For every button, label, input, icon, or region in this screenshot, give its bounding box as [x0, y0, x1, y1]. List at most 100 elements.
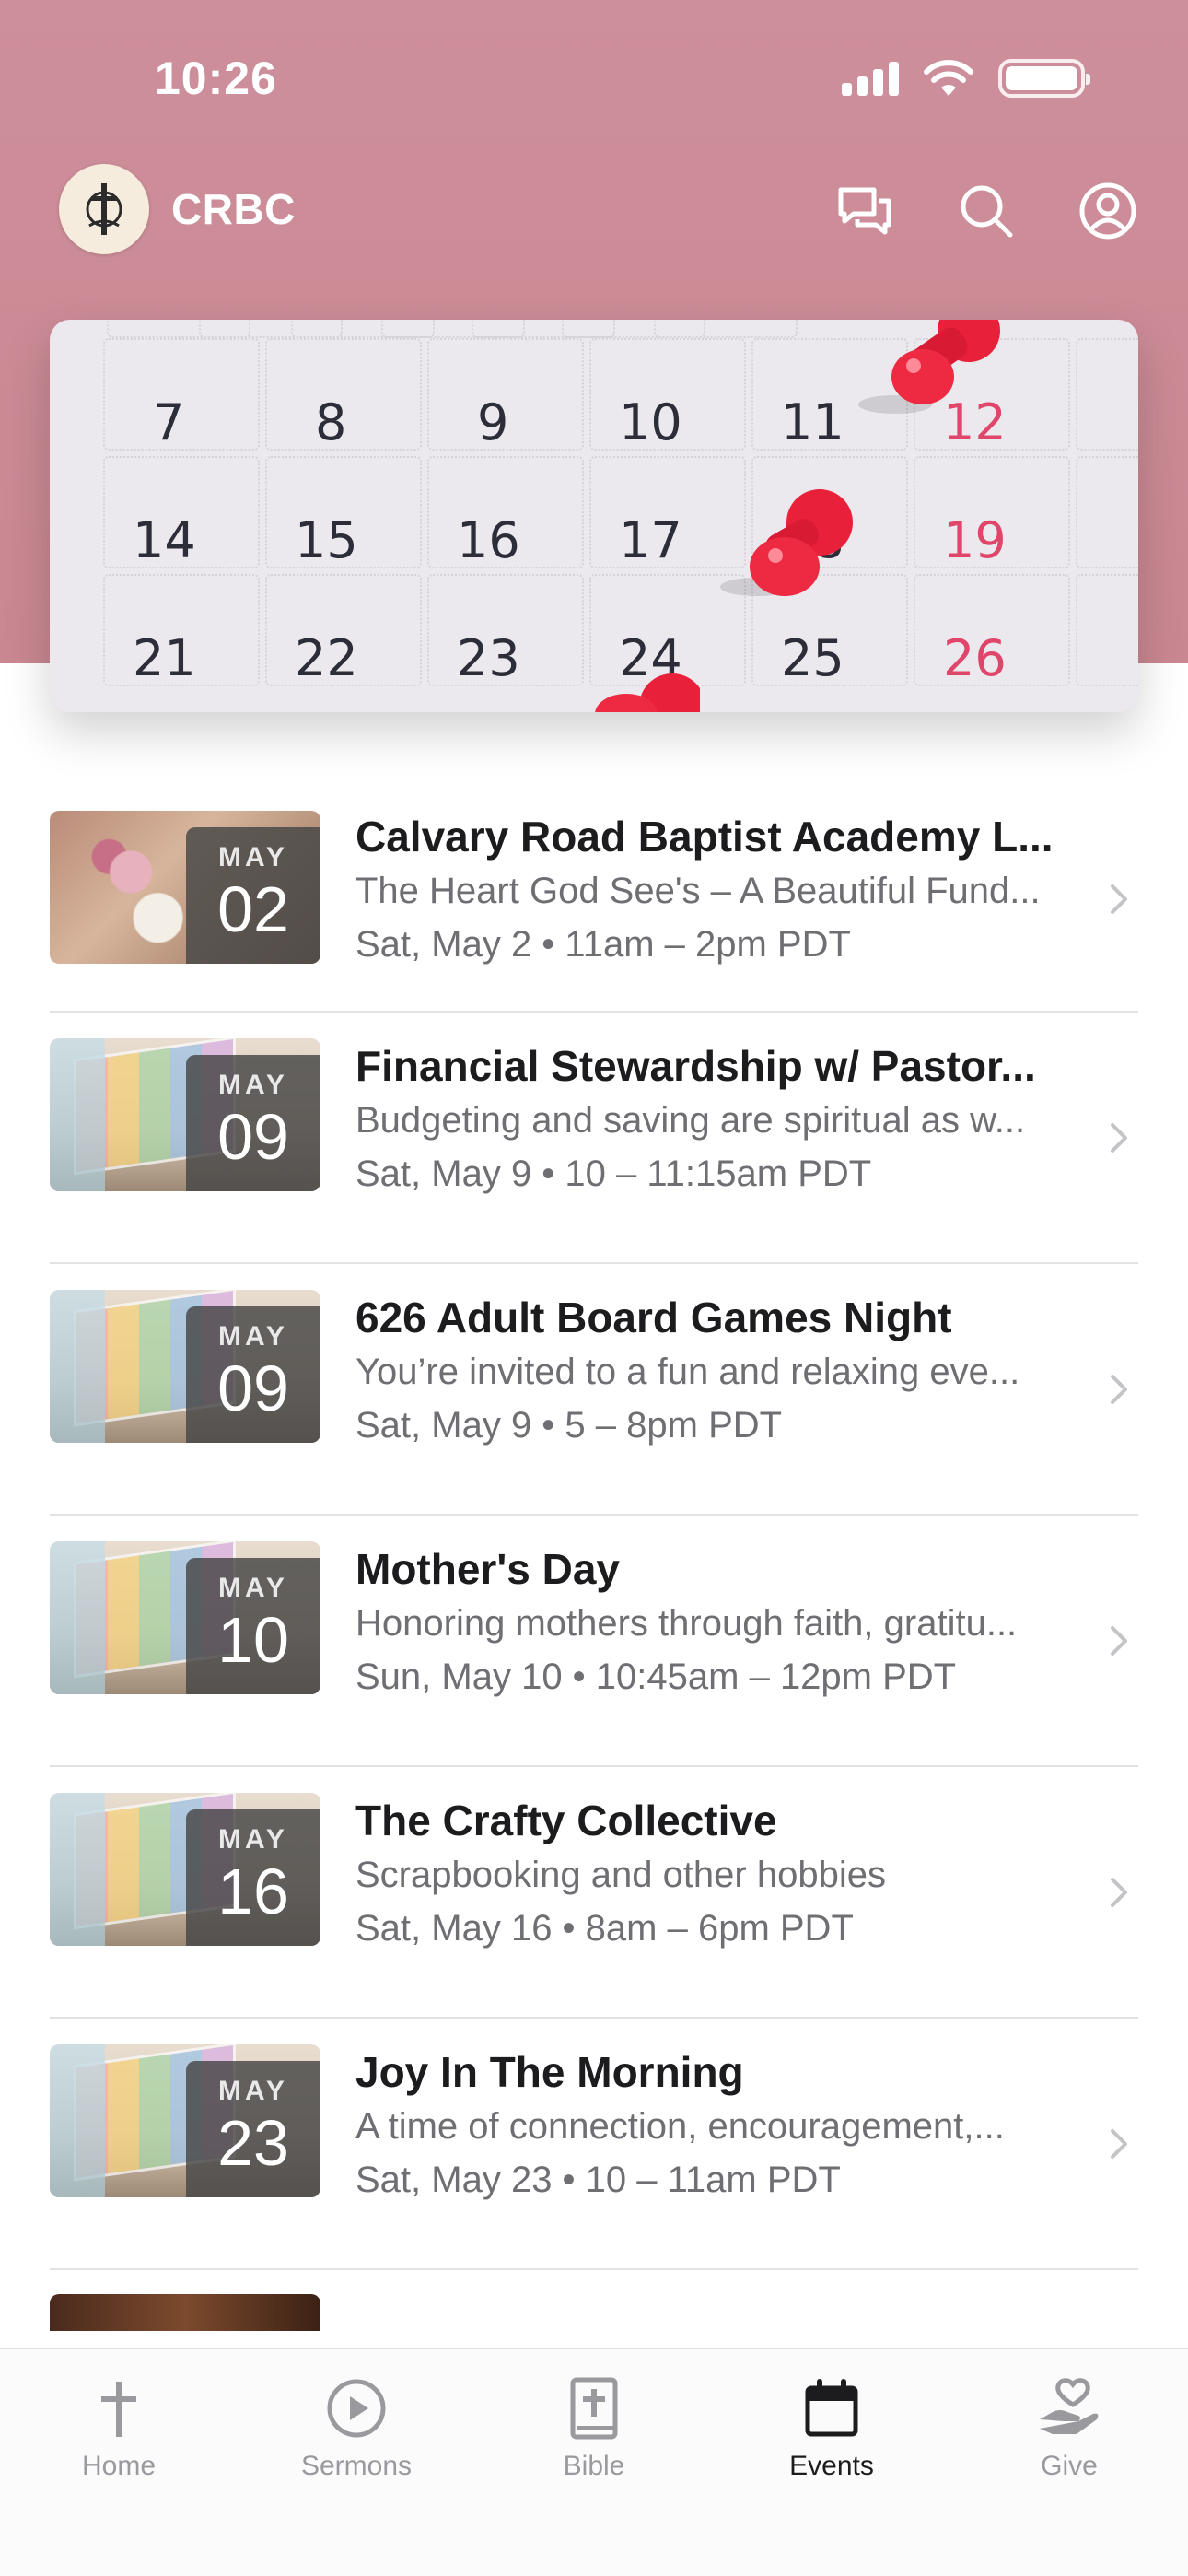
cellular-signal-icon	[842, 61, 899, 96]
calendar-cell	[1076, 574, 1138, 686]
chevron-right-icon	[1109, 1516, 1129, 1765]
badge-day: 09	[217, 1352, 289, 1424]
tab-events[interactable]: Events	[713, 2371, 950, 2482]
chevron-right-icon	[1109, 1013, 1129, 1262]
messages-button[interactable]	[834, 181, 895, 241]
badge-month: MAY	[218, 2076, 288, 2106]
push-pin-icon	[720, 489, 853, 596]
calendar-icon	[802, 2371, 861, 2445]
date-badge: MAY 09	[186, 1055, 320, 1191]
event-thumbnail: MAY 09	[50, 1038, 320, 1191]
chat-bubbles-icon	[838, 187, 891, 235]
badge-day: 10	[217, 1604, 289, 1676]
event-time: Sat, May 2 • 11am – 2pm PDT	[355, 924, 851, 965]
event-row[interactable]: MAY 10 Mother's Day Honoring mothers throug…	[50, 1516, 1138, 1767]
calendar-day-number: 9	[477, 393, 509, 451]
status-time: 10:26	[155, 53, 277, 104]
tab-label: Give	[1041, 2451, 1098, 2481]
calendar-day-number: 14	[133, 511, 196, 569]
event-time: Sat, May 9 • 10 – 11:15am PDT	[355, 1153, 872, 1194]
date-badge: MAY 09	[186, 1306, 320, 1443]
event-row[interactable]: MAY 02 Calvary Road Baptist Academy L... Th…	[50, 787, 1138, 1013]
date-badge: MAY 23	[186, 2061, 320, 2197]
event-row[interactable]: MAY 09 626 Adult Board Games Night You’re i…	[50, 1264, 1138, 1516]
badge-month: MAY	[218, 1321, 288, 1352]
date-badge: MAY 02	[186, 827, 320, 964]
badge-month: MAY	[218, 842, 288, 872]
chevron-right-icon	[1109, 2019, 1129, 2268]
date-badge: MAY 16	[186, 1809, 320, 1946]
tab-give[interactable]: Give	[950, 2371, 1188, 2482]
calendar-day-number: 21	[133, 629, 196, 687]
push-pin-icon	[858, 320, 1000, 414]
cross-logo-icon	[86, 183, 122, 235]
profile-button[interactable]	[1077, 181, 1138, 241]
chevron-right-icon	[1109, 787, 1129, 1011]
calendar-day-number: 23	[457, 629, 520, 687]
event-title: Financial Stewardship w/ Pastor...	[355, 1042, 1036, 1090]
status-bar: 10:26	[0, 0, 1188, 147]
tab-sermons[interactable]: Sermons	[238, 2371, 475, 2482]
chevron-right-icon	[1109, 1264, 1129, 1514]
event-text: Joy In The Morning A time of connection, …	[355, 2044, 1092, 2207]
cross-icon	[96, 2371, 142, 2445]
event-title: The Crafty Collective	[355, 1797, 777, 1844]
tab-home[interactable]: Home	[0, 2371, 238, 2482]
calendar-cell	[654, 320, 798, 338]
event-title: Mother's Day	[355, 1545, 621, 1593]
tab-label: Home	[81, 2451, 157, 2481]
church-logo	[59, 164, 149, 254]
badge-day: 02	[217, 873, 289, 945]
event-row[interactable]: MAY 09 Financial Stewardship w/ Pastor... B…	[50, 1013, 1138, 1264]
calendar-day-number: 7	[153, 393, 185, 451]
event-row[interactable]: MAY 23 Joy In The Morning A time of connect…	[50, 2019, 1138, 2270]
badge-month: MAY	[218, 1824, 288, 1855]
badge-month: MAY	[218, 1573, 288, 1603]
calendar-day-number: 17	[619, 511, 682, 569]
event-time: Sat, May 23 • 10 – 11am PDT	[355, 2160, 841, 2200]
search-icon	[961, 185, 1013, 238]
brand[interactable]: CRBC	[59, 164, 296, 254]
calendar-day-number: 10	[619, 393, 682, 451]
calendar-cell	[1076, 338, 1138, 451]
tab-label: Events	[789, 2451, 874, 2481]
event-time: Sat, May 16 • 8am – 6pm PDT	[355, 1908, 854, 1949]
calendar-day-number: 22	[295, 629, 358, 687]
event-text: 626 Adult Board Games Night You’re invite…	[355, 1290, 1092, 1452]
event-row-partial[interactable]	[50, 2270, 1138, 2331]
event-thumbnail: MAY 09	[50, 1290, 320, 1443]
tab-label: Bible	[563, 2451, 625, 2481]
calendar-day-number: 25	[781, 629, 844, 687]
play-circle-icon	[325, 2371, 388, 2445]
calendar-day-number: 19	[943, 511, 1007, 569]
calendar-day-number: 8	[315, 393, 347, 451]
event-description: You’re invited to a fun and relaxing eve…	[355, 1352, 1020, 1392]
event-description: Scrapbooking and other hobbies	[355, 1855, 886, 1895]
wifi-icon	[924, 60, 973, 96]
event-thumbnail: MAY 23	[50, 2044, 320, 2197]
event-time: Sun, May 10 • 10:45am – 12pm PDT	[355, 1657, 957, 1697]
tab-bible[interactable]: Bible	[475, 2371, 713, 2482]
event-description: Budgeting and saving are spiritual as w.…	[355, 1100, 1026, 1141]
event-photo	[50, 2294, 320, 2331]
heart-hand-icon	[1036, 2371, 1102, 2445]
date-badge: MAY 10	[186, 1558, 320, 1694]
chevron-right-icon	[1109, 1767, 1129, 2017]
badge-day: 16	[217, 1856, 289, 1927]
event-thumbnail: MAY 02	[50, 811, 320, 964]
status-icons	[842, 59, 1090, 98]
event-row[interactable]: MAY 16 The Crafty Collective Scrapbooking a…	[50, 1767, 1138, 2019]
brand-name: CRBC	[171, 185, 296, 233]
event-description: Honoring mothers through faith, gratitu.…	[355, 1603, 1018, 1644]
event-text: The Crafty Collective Scrapbooking and ot…	[355, 1793, 1092, 1955]
app-actions	[834, 181, 1138, 241]
tab-bar: Home Sermons Bible Events Give	[0, 2348, 1188, 2576]
search-button[interactable]	[956, 181, 1017, 241]
event-description: The Heart God See's – A Beautiful Fund..…	[355, 871, 1041, 911]
push-pin-icon	[595, 673, 700, 712]
calendar-day-number: 26	[943, 629, 1007, 687]
event-text: Calvary Road Baptist Academy L... The Hea…	[355, 809, 1092, 971]
event-time: Sat, May 9 • 5 – 8pm PDT	[355, 1405, 783, 1446]
calendar-day-number: 16	[457, 511, 520, 569]
badge-month: MAY	[218, 1070, 288, 1100]
